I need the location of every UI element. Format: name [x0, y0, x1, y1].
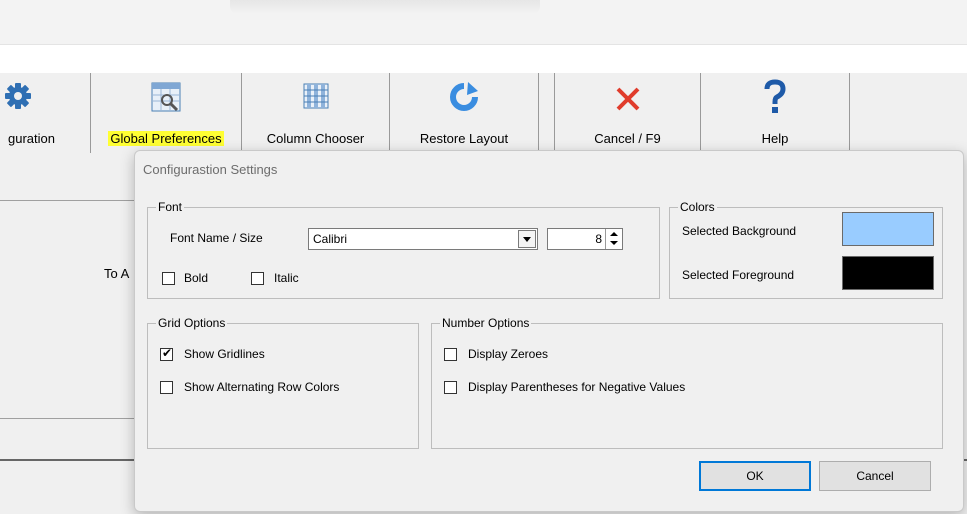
- configuration-settings-dialog: Configurastion Settings Font Font Name /…: [134, 150, 964, 512]
- column-chooser-label: Column Chooser: [266, 131, 365, 146]
- font-name-size-label: Font Name / Size: [170, 231, 263, 245]
- restore-arrow-icon: [448, 81, 480, 116]
- spinner-arrows-icon[interactable]: [605, 229, 622, 249]
- colors-group: Colors Selected Background Selected Fore…: [669, 200, 943, 299]
- question-mark-icon: [762, 79, 788, 118]
- italic-checkbox[interactable]: [251, 272, 264, 285]
- restore-layout-label: Restore Layout: [419, 131, 509, 146]
- address-bar: [0, 44, 967, 74]
- global-preferences-label: Global Preferences: [108, 131, 224, 146]
- configuration-label: guration: [8, 131, 55, 146]
- cancel-f9-label: Cancel / F9: [594, 131, 661, 146]
- font-size-value: 8: [595, 232, 602, 246]
- restore-layout-button[interactable]: Restore Layout: [390, 73, 539, 153]
- font-legend: Font: [156, 200, 185, 214]
- font-group: Font Font Name / Size Calibri 8 Bold Ita…: [147, 200, 660, 299]
- alternating-rows-label: Show Alternating Row Colors: [184, 380, 340, 394]
- display-zeroes-label: Display Zeroes: [468, 347, 549, 361]
- alternating-rows-checkbox[interactable]: [160, 381, 173, 394]
- top-shadow: [230, 0, 540, 14]
- selected-background-swatch[interactable]: [842, 212, 934, 246]
- toolbar-separator: [538, 73, 555, 153]
- configuration-button[interactable]: guration: [0, 73, 91, 153]
- display-parentheses-label: Display Parentheses for Negative Values: [468, 380, 686, 394]
- colors-legend: Colors: [678, 200, 717, 214]
- gear-icon: [3, 81, 33, 114]
- show-gridlines-label: Show Gridlines: [184, 347, 265, 361]
- help-button[interactable]: Help: [701, 73, 850, 153]
- check-icon: ✔: [162, 346, 173, 360]
- font-name-dropdown[interactable]: Calibri: [308, 228, 538, 250]
- background-label: To A: [104, 266, 130, 281]
- number-options-group: Number Options Display Zeroes Display Pa…: [431, 316, 943, 449]
- bold-label: Bold: [184, 271, 209, 285]
- columns-icon: [301, 81, 331, 114]
- display-parentheses-checkbox[interactable]: [444, 381, 457, 394]
- chevron-down-icon[interactable]: [518, 230, 536, 248]
- global-preferences-button[interactable]: Global Preferences: [91, 73, 242, 153]
- cancel-f9-button[interactable]: Cancel / F9: [555, 73, 701, 153]
- show-gridlines-checkbox[interactable]: ✔: [160, 346, 173, 361]
- display-zeroes-checkbox[interactable]: [444, 348, 457, 361]
- cancel-button[interactable]: Cancel: [819, 461, 931, 491]
- font-name-value: Calibri: [313, 232, 348, 246]
- red-x-icon: [614, 85, 642, 116]
- table-wrench-icon: [150, 81, 182, 116]
- toolbar: guration Global Preferences Column Choos…: [0, 73, 967, 153]
- column-chooser-button[interactable]: Column Chooser: [242, 73, 390, 153]
- italic-label: Italic: [274, 271, 299, 285]
- font-size-spinner[interactable]: 8: [547, 228, 623, 250]
- bold-checkbox[interactable]: [162, 272, 175, 285]
- selected-foreground-swatch[interactable]: [842, 256, 934, 290]
- dialog-title: Configurastion Settings: [143, 162, 278, 177]
- number-options-legend: Number Options: [440, 316, 532, 330]
- grid-options-legend: Grid Options: [156, 316, 228, 330]
- selected-foreground-label: Selected Foreground: [682, 268, 795, 282]
- selected-background-label: Selected Background: [682, 224, 797, 238]
- ok-button[interactable]: OK: [699, 461, 811, 491]
- grid-options-group: Grid Options ✔ Show Gridlines Show Alter…: [147, 316, 419, 449]
- help-label: Help: [761, 131, 789, 146]
